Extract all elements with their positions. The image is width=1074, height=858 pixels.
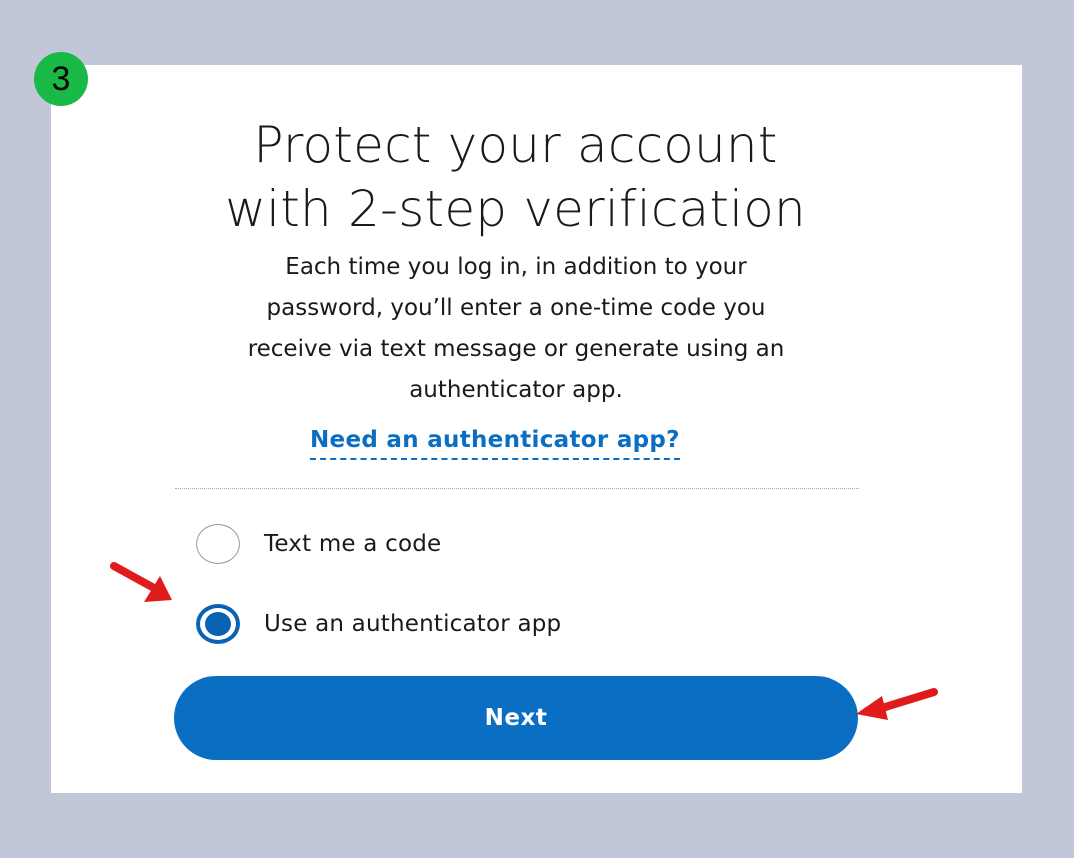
page-title-line-1: Protect your account — [253, 116, 778, 174]
option-label: Text me a code — [264, 531, 442, 557]
option-use-authenticator-app[interactable]: Use an authenticator app — [196, 601, 561, 647]
description-line: password, you’ll enter a one-time code y… — [266, 295, 766, 321]
option-text-me-a-code[interactable]: Text me a code — [196, 521, 441, 567]
description-line: authenticator app. — [409, 377, 623, 403]
description-line: Each time you log in, in addition to you… — [285, 254, 747, 280]
text-me-a-code-radio[interactable] — [196, 524, 240, 564]
step-number-badge: 3 — [34, 52, 88, 106]
page-title: Protect your account with 2-step verific… — [51, 113, 980, 241]
radio-selected-dot — [205, 612, 231, 636]
page-title-line-2: with 2-step verification — [225, 180, 806, 238]
description-line: receive via text message or generate usi… — [247, 336, 785, 362]
next-button[interactable]: Next — [174, 676, 858, 760]
option-label: Use an authenticator app — [264, 611, 562, 637]
description-text: Each time you log in, in addition to you… — [171, 247, 861, 411]
need-authenticator-app-link[interactable]: Need an authenticator app? — [310, 424, 680, 460]
red-arrow-icon — [110, 562, 172, 602]
divider — [175, 488, 859, 489]
red-arrow-icon — [856, 688, 938, 720]
use-authenticator-app-radio[interactable] — [196, 604, 240, 644]
